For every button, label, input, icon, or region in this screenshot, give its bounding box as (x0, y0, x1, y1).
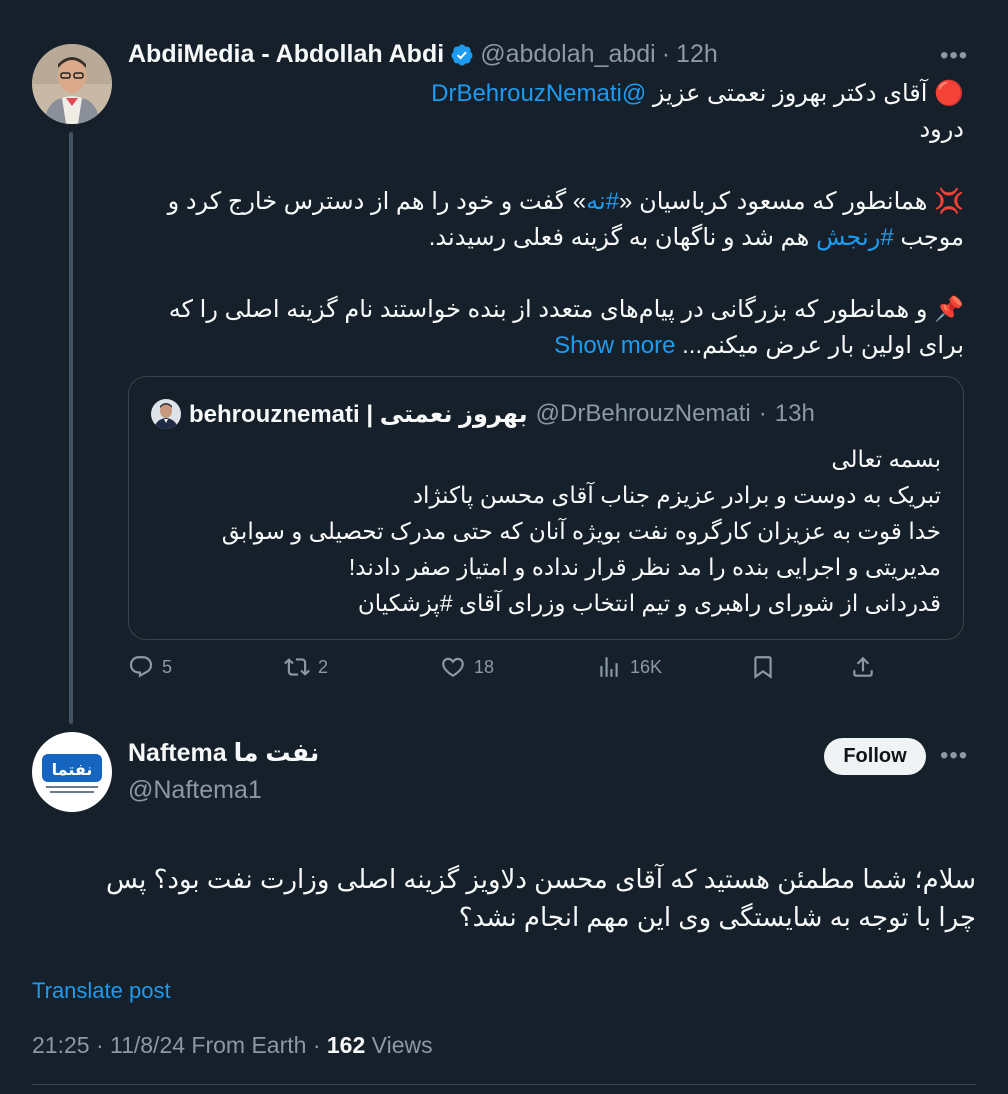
quote-time[interactable]: 13h (775, 400, 815, 428)
naftema-logo-text: نفتما (52, 760, 93, 779)
translate-post-link[interactable]: Translate post (32, 978, 171, 1004)
follow-button[interactable]: Follow (824, 738, 926, 775)
share-icon (853, 656, 873, 677)
repost-button[interactable]: 2 (284, 654, 328, 680)
bookmark-button[interactable] (750, 654, 776, 680)
tweet2-body: سلام؛ شما مطمئن هستید که آقای محسن دلاوی… (32, 860, 976, 936)
quote-body: بسمه تعالی تبریک به دوست و برادر عزیزم ج… (151, 441, 941, 621)
tweet2-line1: سلام؛ شما مطمئن هستید که آقای محسن دلاوی… (106, 864, 976, 894)
tweet1-header: AbdiMedia - Abdollah Abdi @abdolah_abdi … (128, 40, 718, 69)
quote-line: مدیریتی و اجرایی بنده را مد نظر قرار ندا… (348, 554, 941, 580)
like-button[interactable]: 18 (440, 654, 494, 680)
like-icon (442, 657, 464, 677)
views-count: 16K (630, 656, 663, 677)
tweet1-para2: 💢 همانطور که مسعود کرباسیان «#نه» گفت و … (128, 184, 964, 256)
author-handle[interactable]: @abdolah_abdi (480, 40, 656, 69)
para2-text-c: هم شد و ناگهان به گزینه فعلی رسیدند. (428, 224, 816, 251)
hashtag-ranjesh[interactable]: #رنجش (816, 224, 894, 251)
quote-line: تبریک به دوست و برادر عزیزم جناب آقای مح… (412, 482, 941, 508)
like-count: 18 (474, 656, 495, 677)
author-name[interactable]: AbdiMedia - Abdollah Abdi (128, 40, 444, 69)
mention-link[interactable]: @DrBehrouzNemati (431, 80, 646, 107)
views-button[interactable]: 16K (596, 654, 662, 680)
avatar-naftema[interactable]: نفتما (32, 732, 112, 812)
views-label: Views (365, 1032, 433, 1058)
quote-line: خدا قوت به عزیزان کارگروه نفت بویژه آنان… (221, 518, 941, 544)
timestamp[interactable]: 21:25 · 11/8/24 From Earth · (32, 1032, 327, 1058)
tweet1-para3: 📌 و همانطور که بزرگانی در پیام‌های متعدد… (128, 292, 964, 364)
views-number: 162 (326, 1032, 366, 1058)
divider (32, 1084, 976, 1085)
red-circle-emoji: 🔴 (934, 80, 964, 107)
quote-line: قدردانی از شورای راهبری و تیم انتخاب وزر… (357, 590, 941, 616)
more-icon[interactable]: ••• (940, 742, 968, 770)
repost-count: 2 (318, 656, 329, 677)
pushpin-emoji: 📌 (934, 296, 964, 323)
quote-separator: · (758, 400, 767, 427)
author2-handle[interactable]: @Naftema1 (128, 776, 319, 805)
tweet2-meta: 21:25 · 11/8/24 From Earth · 162 Views (32, 1032, 433, 1059)
tweet2-header: Naftema نفت ما @Naftema1 (128, 738, 319, 805)
quote-line: بسمه تعالی (831, 446, 941, 472)
views-icon (600, 657, 618, 677)
repost-icon (284, 658, 310, 676)
author2-name[interactable]: Naftema نفت ما (128, 738, 319, 768)
reply-button[interactable]: 5 (128, 654, 172, 680)
quote-author-handle[interactable]: @DrBehrouzNemati (536, 400, 751, 428)
bookmark-icon (754, 656, 772, 679)
quote-avatar[interactable] (151, 399, 181, 429)
para2-text-a: همانطور که مسعود کرباسیان « (619, 188, 935, 215)
tweet1-body: 🔴 آقای دکتر بهروز نعمتی عزیز @DrBehrouzN… (128, 76, 964, 364)
avatar-abdimedia[interactable] (32, 44, 112, 124)
tweet1-line1: 🔴 آقای دکتر بهروز نعمتی عزیز @DrBehrouzN… (128, 76, 964, 112)
thread-line (69, 132, 73, 724)
verified-badge-icon (450, 43, 474, 67)
quote-header: behrouznemati | بهروز نعمتی @DrBehrouzNe… (151, 399, 815, 429)
hashtag-na[interactable]: #نه (586, 188, 619, 215)
tweet-time[interactable]: 12h (676, 40, 718, 69)
tweet2-line2: چرا با توجه به شایستگی وی این مهم انجام … (458, 902, 976, 932)
more-icon[interactable]: ••• (940, 42, 968, 70)
share-button[interactable] (850, 654, 876, 680)
reply-icon (129, 656, 153, 678)
greeting-text: آقای دکتر بهروز نعمتی عزیز (646, 80, 935, 107)
anger-emoji: 💢 (934, 188, 964, 215)
quote-author-name[interactable]: behrouznemati | بهروز نعمتی (189, 400, 528, 429)
show-more-link[interactable]: Show more (554, 332, 675, 359)
tweet1-line2: درود (919, 116, 964, 143)
quoted-tweet[interactable]: behrouznemati | بهروز نعمتی @DrBehrouzNe… (128, 376, 964, 640)
reply-count: 5 (162, 656, 173, 677)
separator: · (661, 40, 671, 68)
